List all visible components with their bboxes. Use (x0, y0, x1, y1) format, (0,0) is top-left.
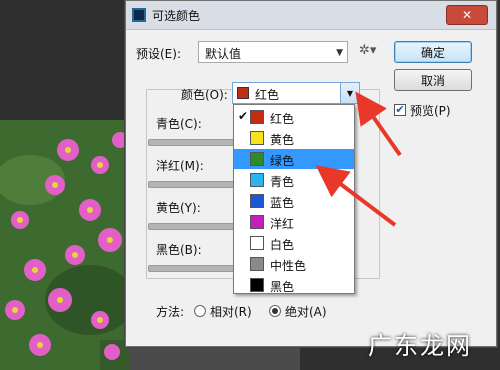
arrow-to-green-item (315, 165, 397, 227)
arrow-to-dropdown-button (355, 91, 402, 157)
annotation-arrows (315, 91, 402, 227)
watermark-text: 广东龙网 (368, 332, 472, 360)
